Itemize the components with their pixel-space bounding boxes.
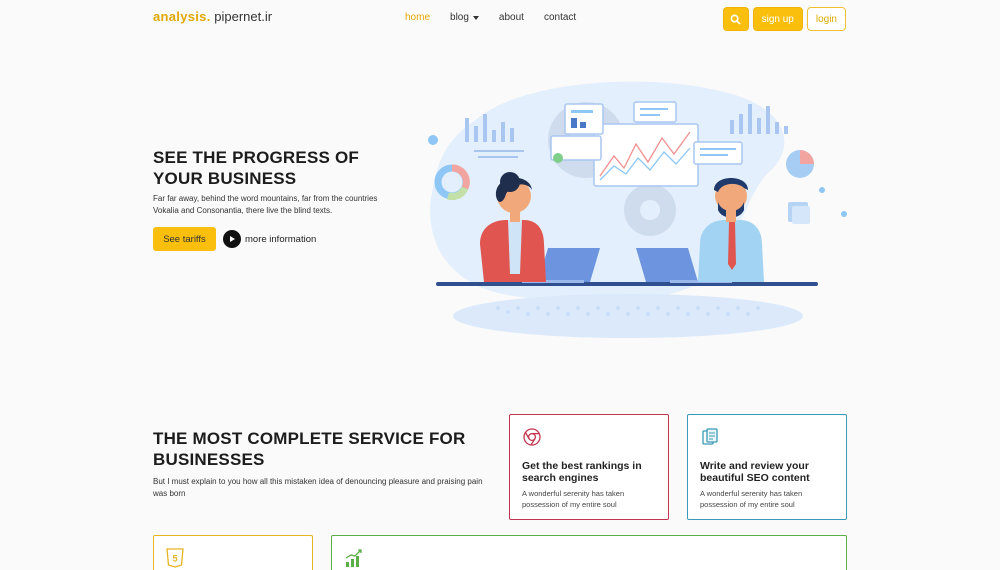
nav-link-contact[interactable]: contact [544, 12, 576, 23]
chevron-down-icon [472, 15, 479, 20]
services-title: THE MOST COMPLETE SERVICE FOR BUSINESSES [153, 428, 465, 470]
service-card-title: Get the best rankings in search engines [522, 460, 642, 484]
service-card-description: A wonderful serenity has taken possessio… [522, 489, 625, 509]
hero-title: SEE THE PROGRESS OF YOUR BUSINESS [153, 147, 359, 189]
nav-link-home[interactable]: home [405, 12, 430, 23]
services-title-line2: BUSINESSES [153, 450, 265, 469]
login-button[interactable]: login [806, 7, 846, 31]
services-description: But I must explain to you how all this m… [153, 477, 483, 498]
html5-icon: 5 [166, 548, 184, 568]
chrome-icon [523, 428, 541, 446]
service-card-title: Write and review your beautiful SEO cont… [700, 460, 810, 484]
nav-links: home blog about contact [405, 12, 596, 23]
service-card-seo-content[interactable]: Write and review your beautiful SEO cont… [687, 414, 847, 520]
service-card-rankings[interactable]: Get the best rankings in search engines … [509, 414, 669, 520]
nav-link-blog-label: blog [450, 12, 469, 23]
nav-link-blog[interactable]: blog [450, 12, 479, 23]
business-analytics-illustration [428, 81, 847, 338]
brand-logo[interactable]: analysis. pipernet.ir [153, 9, 272, 24]
service-card-growth[interactable] [331, 535, 847, 570]
svg-text:5: 5 [172, 554, 177, 564]
brand-domain: pipernet.ir [214, 9, 273, 24]
more-information-label: more information [245, 233, 317, 245]
nav-link-about[interactable]: about [499, 12, 524, 23]
more-information-link[interactable]: more information [223, 230, 316, 248]
play-icon [223, 230, 241, 248]
service-card-description: A wonderful serenity has taken possessio… [700, 489, 803, 509]
hero-title-line2: YOUR BUSINESS [153, 169, 297, 188]
top-navbar: analysis. pipernet.ir home blog about co… [0, 0, 1000, 38]
hero-description: Far far away, behind the word mountains,… [153, 194, 378, 215]
hero-title-line1: SEE THE PROGRESS OF [153, 148, 359, 167]
growth-chart-icon [345, 549, 362, 567]
services-title-line1: THE MOST COMPLETE SERVICE FOR [153, 429, 466, 448]
signup-button[interactable]: sign up [752, 7, 803, 31]
search-icon [730, 14, 741, 25]
documents-icon [702, 428, 718, 445]
search-button[interactable] [722, 7, 749, 31]
service-card-html5[interactable]: 5 [153, 535, 313, 570]
brand-name: analysis. [153, 9, 211, 24]
see-tariffs-button[interactable]: See tariffs [153, 227, 216, 251]
nav-actions: sign up login [722, 7, 846, 31]
